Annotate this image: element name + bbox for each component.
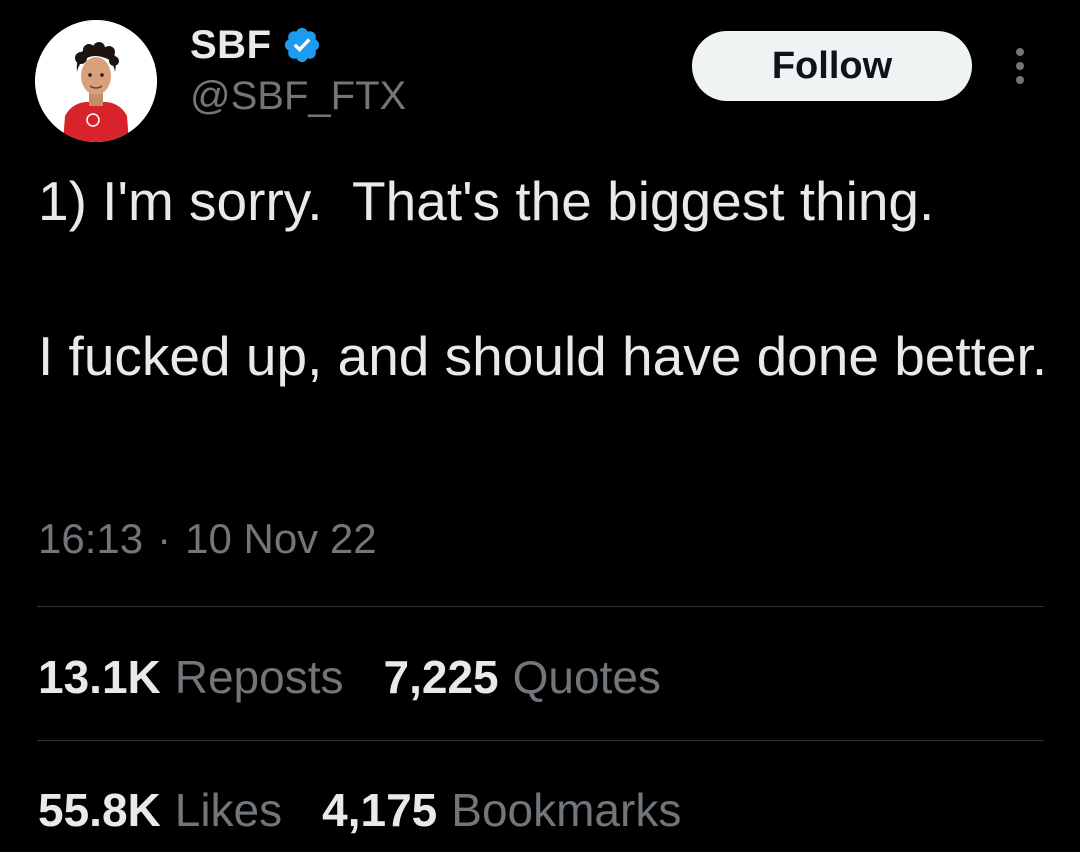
bookmarks-label: Bookmarks	[451, 784, 682, 836]
likes-stat[interactable]: 55.8K Likes	[38, 783, 282, 837]
meta-separator: ·	[157, 515, 172, 562]
tweet-paragraph: I fucked up, and should have done better…	[38, 325, 1048, 387]
tweet-detail: SBF @SBF_FTX Follow 1) I'm sorry. That's…	[0, 0, 1080, 852]
tweet-paragraph: 1) I'm sorry. That's the biggest thing.	[38, 170, 935, 232]
more-vertical-icon[interactable]	[1006, 44, 1034, 88]
likes-count: 55.8K	[38, 784, 161, 836]
likes-label: Likes	[174, 784, 283, 836]
stats-row-engagement: 13.1K Reposts 7,225 Quotes	[38, 650, 701, 704]
quotes-count: 7,225	[383, 651, 499, 703]
divider	[37, 606, 1044, 607]
author-name-row: SBF	[190, 20, 322, 70]
reposts-stat[interactable]: 13.1K Reposts	[38, 650, 344, 704]
verified-badge-icon	[282, 25, 322, 65]
tweet-date: 10 Nov 22	[185, 515, 377, 562]
reposts-label: Reposts	[174, 651, 344, 703]
bookmarks-stat[interactable]: 4,175 Bookmarks	[322, 783, 681, 837]
profile-photo-icon	[35, 20, 157, 142]
author-display-name[interactable]: SBF	[190, 23, 272, 68]
quotes-label: Quotes	[512, 651, 661, 703]
quotes-stat[interactable]: 7,225 Quotes	[384, 650, 661, 704]
author-handle[interactable]: @SBF_FTX	[190, 74, 406, 119]
avatar[interactable]	[35, 20, 157, 142]
tweet-timestamp[interactable]: 16:13 · 10 Nov 22	[38, 515, 377, 563]
bookmarks-count: 4,175	[322, 784, 438, 836]
stats-row-reactions: 55.8K Likes 4,175 Bookmarks	[38, 783, 721, 837]
divider	[37, 740, 1044, 741]
tweet-time: 16:13	[38, 515, 144, 562]
follow-button[interactable]: Follow	[692, 31, 972, 101]
reposts-count: 13.1K	[38, 651, 161, 703]
tweet-text: 1) I'm sorry. That's the biggest thing. …	[38, 168, 1048, 390]
